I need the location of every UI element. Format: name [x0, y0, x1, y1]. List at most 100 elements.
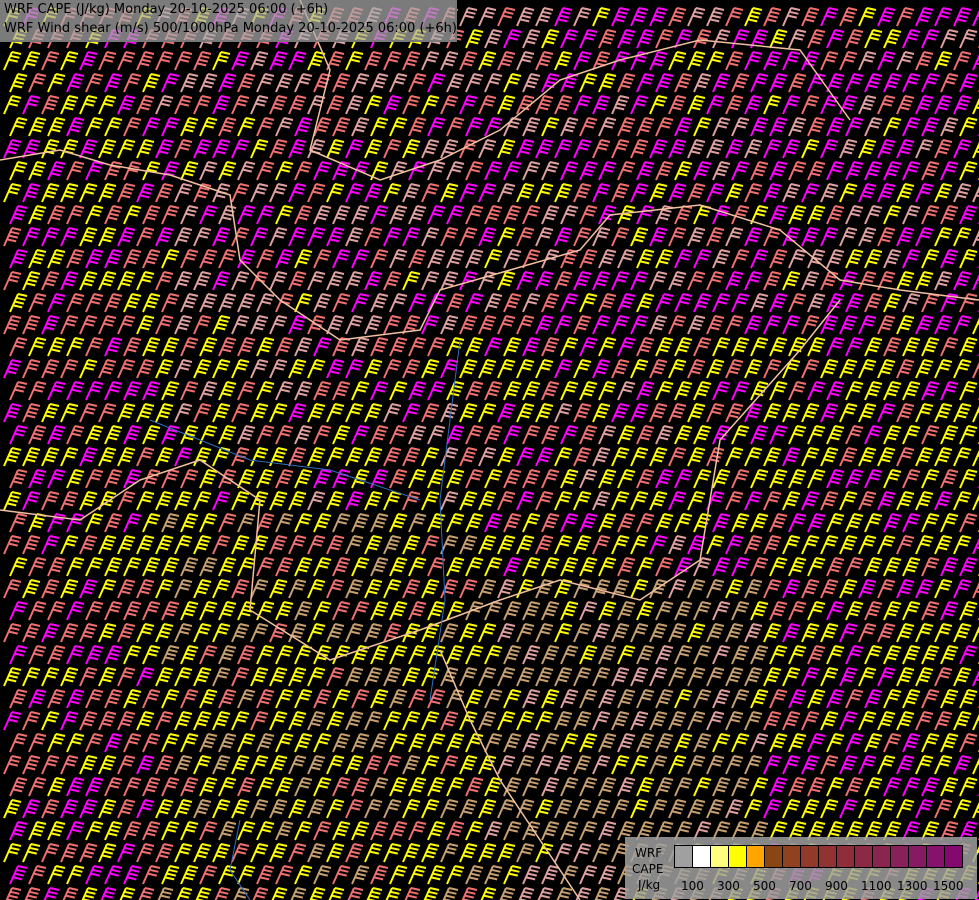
wind-barb	[839, 183, 858, 203]
wind-barb	[28, 161, 47, 181]
wind-barb	[461, 887, 478, 900]
wind-barb	[782, 7, 801, 27]
wind-barb	[370, 821, 389, 841]
wind-barb	[750, 73, 769, 93]
wind-barb	[864, 161, 883, 181]
wind-barb	[725, 491, 744, 511]
wind-barb	[560, 733, 579, 753]
wind-barb	[446, 733, 465, 753]
wind-barb	[503, 689, 522, 709]
wind-barb	[256, 513, 275, 533]
wind-barb	[953, 623, 972, 643]
wind-barb	[345, 579, 364, 599]
wind-barb	[839, 491, 858, 511]
wind-barb	[136, 755, 155, 775]
wind-barb	[79, 491, 98, 511]
wind-barb	[332, 425, 351, 445]
wind-barb	[345, 359, 364, 379]
wind-barb	[28, 513, 47, 533]
wind-barb	[807, 425, 826, 445]
wind-barb	[636, 425, 655, 445]
wind-barb	[3, 271, 22, 291]
wind-barb	[712, 689, 731, 709]
wind-barb	[921, 161, 940, 181]
wind-barb	[611, 667, 630, 687]
wind-barb	[617, 513, 636, 533]
wind-barb	[389, 513, 408, 533]
wind-barb	[237, 865, 256, 885]
wind-barb	[693, 425, 712, 445]
wind-barb	[845, 73, 864, 93]
wind-barb	[484, 733, 503, 753]
wind-barb	[497, 227, 516, 247]
wind-barb	[516, 51, 535, 71]
wind-barb	[687, 799, 706, 819]
wind-barb	[345, 755, 364, 775]
wind-barb	[180, 689, 199, 709]
wind-barb	[592, 491, 611, 511]
wind-barb	[60, 843, 79, 863]
wind-barb	[820, 7, 839, 27]
wind-barb	[332, 777, 351, 797]
wind-barb	[934, 799, 953, 819]
wind-barb	[592, 623, 611, 643]
wind-barb	[594, 887, 611, 900]
wind-barb	[668, 315, 687, 335]
wind-barb	[307, 183, 326, 203]
wind-barb	[269, 95, 288, 115]
wind-barb	[123, 249, 142, 269]
wind-barb	[953, 139, 972, 159]
wind-barb	[712, 117, 731, 137]
wind-barb	[769, 645, 788, 665]
wind-barb	[712, 469, 731, 489]
wind-barb	[750, 689, 769, 709]
wind-barb	[174, 711, 193, 731]
wind-barb	[503, 73, 522, 93]
wind-barb	[459, 359, 478, 379]
wind-barb	[9, 513, 28, 533]
wind-barb	[85, 117, 104, 137]
wind-barb	[845, 249, 864, 269]
wind-barb	[668, 227, 687, 247]
wind-barb	[446, 645, 465, 665]
wind-barb	[22, 579, 41, 599]
wind-barb	[902, 645, 921, 665]
map-title-box: WRF CAPE (J/kg) Monday 20-10-2025 06:00 …	[0, 0, 457, 42]
wind-barb	[421, 491, 440, 511]
wind-barb	[138, 887, 155, 900]
wind-barb	[3, 623, 22, 643]
wind-barb	[712, 293, 731, 313]
wind-barb	[421, 315, 440, 335]
wind-barb	[256, 777, 275, 797]
wind-barb	[820, 359, 839, 379]
wind-barb	[478, 447, 497, 467]
wind-barb	[123, 777, 142, 797]
wind-barb	[611, 271, 630, 291]
wind-barb	[345, 315, 364, 335]
wind-barb	[592, 7, 611, 27]
wind-barb	[408, 469, 427, 489]
wind-barb	[351, 205, 370, 225]
wind-barb	[478, 51, 497, 71]
wind-barb	[839, 447, 858, 467]
weather-map[interactable]: WRF CAPE (J/kg) Monday 20-10-2025 06:00 …	[0, 0, 979, 900]
wind-barb	[41, 623, 60, 643]
wind-barb	[275, 469, 294, 489]
wind-barb	[896, 7, 915, 27]
wind-barb	[85, 821, 104, 841]
wind-barb	[275, 249, 294, 269]
wind-barb	[79, 183, 98, 203]
wind-barb	[693, 293, 712, 313]
wind-barb	[769, 249, 788, 269]
wind-barb	[953, 315, 972, 335]
wind-barb	[845, 381, 864, 401]
wind-barb	[535, 667, 554, 687]
wind-barb	[313, 205, 332, 225]
wind-barb	[522, 337, 541, 357]
wind-barb	[617, 117, 636, 137]
legend-tick-label: 900	[825, 879, 848, 893]
legend-swatch	[693, 846, 711, 867]
wind-barb	[41, 579, 60, 599]
wind-barb	[877, 359, 896, 379]
wind-barb	[60, 315, 79, 335]
